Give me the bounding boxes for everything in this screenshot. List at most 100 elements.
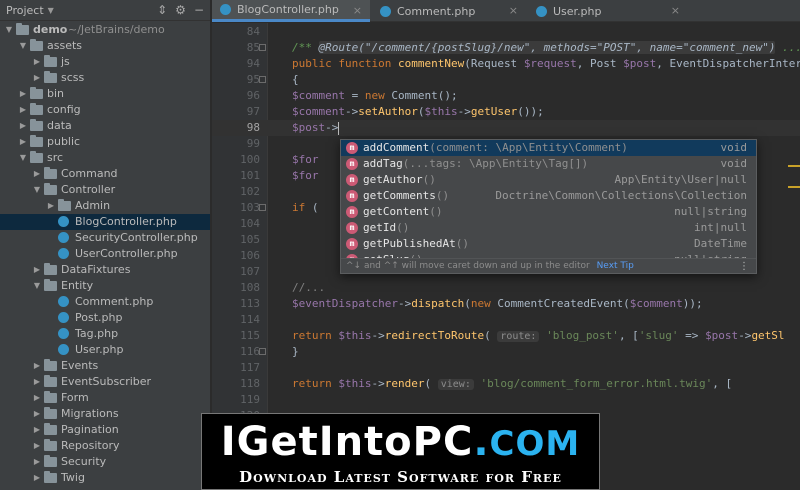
editor-tab[interactable]: BlogController.php ×	[212, 0, 370, 22]
collapsed-arrow-icon[interactable]: ▶	[32, 358, 42, 374]
tree-item[interactable]: ▶ public	[0, 134, 210, 150]
tree-item[interactable]: Tag.php	[0, 326, 210, 342]
collapsed-arrow-icon[interactable]: ▶	[32, 406, 42, 422]
tree-item[interactable]: ▶ Command	[0, 166, 210, 182]
completion-item[interactable]: m getComments() Doctrine\Common\Collection…	[341, 188, 756, 204]
code-line[interactable]: 108 //...	[212, 280, 800, 296]
code-line[interactable]: 117	[212, 360, 800, 376]
completion-item[interactable]: m addTag(...tags: \App\Entity\Tag[]) void	[341, 156, 756, 172]
collapsed-arrow-icon[interactable]: ▶	[32, 374, 42, 390]
tree-item[interactable]: ▶ config	[0, 102, 210, 118]
collapsed-arrow-icon[interactable]: ▶	[46, 198, 56, 214]
code-line[interactable]: 95 {	[212, 72, 800, 88]
collapsed-arrow-icon[interactable]: ▶	[32, 438, 42, 454]
code-line[interactable]: 114	[212, 312, 800, 328]
code-line[interactable]: 85 /** @Route("/comment/{postSlug}/new", …	[212, 40, 800, 56]
close-tab-icon[interactable]: ×	[353, 4, 362, 17]
expanded-arrow-icon[interactable]: ▼	[18, 150, 28, 166]
code-line[interactable]: 84	[212, 24, 800, 40]
tree-item[interactable]: User.php	[0, 342, 210, 358]
folder-icon	[44, 71, 57, 83]
watermark-logo: IGetIntoPC.COM	[202, 420, 599, 466]
tree-item[interactable]: ▶ DataFixtures	[0, 262, 210, 278]
tree-item[interactable]: ▶ js	[0, 54, 210, 70]
hide-icon[interactable]: −	[194, 3, 204, 17]
code-line[interactable]: 113 $eventDispatcher->dispatch(new Comme…	[212, 296, 800, 312]
tree-item[interactable]: ▶ data	[0, 118, 210, 134]
expanded-arrow-icon[interactable]: ▼	[32, 278, 42, 294]
completion-item[interactable]: m getContent() null|string	[341, 204, 756, 220]
code-line[interactable]: 98 $post->	[212, 120, 800, 136]
method-icon: m	[346, 190, 358, 202]
completion-item[interactable]: m addComment(comment: \App\Entity\Comment…	[341, 140, 756, 156]
tree-item[interactable]: ▶ Migrations	[0, 406, 210, 422]
next-tip-link[interactable]: Next Tip	[597, 261, 634, 271]
code-completion-popup: m addComment(comment: \App\Entity\Comment…	[340, 139, 757, 274]
tree-item[interactable]: ▼ Entity	[0, 278, 210, 294]
editor-tab-label: Comment.php	[397, 4, 476, 18]
code-line[interactable]: 97 $comment->setAuthor($this->getUser())…	[212, 104, 800, 120]
collapsed-arrow-icon[interactable]: ▶	[18, 118, 28, 134]
tree-item[interactable]: BlogController.php	[0, 214, 210, 230]
tree-item[interactable]: ▶ Events	[0, 358, 210, 374]
tree-item[interactable]: ▶ Pagination	[0, 422, 210, 438]
collapsed-arrow-icon[interactable]: ▶	[18, 86, 28, 102]
collapsed-arrow-icon[interactable]: ▶	[18, 134, 28, 150]
tree-item[interactable]: ▶ Security	[0, 454, 210, 470]
code-line[interactable]: 96 $comment = new Comment();	[212, 88, 800, 104]
code-line[interactable]: 116 }	[212, 344, 800, 360]
fold-toggle-icon[interactable]	[259, 76, 266, 83]
completion-item[interactable]: m getAuthor() App\Entity\User|null	[341, 172, 756, 188]
code-line[interactable]: 119	[212, 392, 800, 408]
expanded-arrow-icon[interactable]: ▼	[18, 38, 28, 54]
error-stripe-marker[interactable]	[788, 165, 800, 167]
collapsed-arrow-icon[interactable]: ▶	[32, 166, 42, 182]
tree-item[interactable]: Post.php	[0, 310, 210, 326]
fold-toggle-icon[interactable]	[259, 348, 266, 355]
tree-item[interactable]: ▶ bin	[0, 86, 210, 102]
editor-tab[interactable]: User.php ×	[528, 0, 688, 22]
tree-item[interactable]: ▼ assets	[0, 38, 210, 54]
collapsed-arrow-icon[interactable]: ▶	[32, 390, 42, 406]
tree-item[interactable]: SecurityController.php	[0, 230, 210, 246]
fold-toggle-icon[interactable]	[259, 204, 266, 211]
collapsed-arrow-icon[interactable]: ▶	[32, 422, 42, 438]
tree-item[interactable]: ▶ scss	[0, 70, 210, 86]
close-tab-icon[interactable]: ×	[671, 4, 680, 17]
collapsed-arrow-icon[interactable]: ▶	[32, 470, 42, 486]
tree-item[interactable]: ▶ Repository	[0, 438, 210, 454]
code-line[interactable]: 94 public function commentNew(Request $re…	[212, 56, 800, 72]
tree-item[interactable]: ▶ Twig	[0, 470, 210, 486]
collapsed-arrow-icon[interactable]: ▶	[32, 54, 42, 70]
error-stripe-marker[interactable]	[788, 186, 800, 188]
expanded-arrow-icon[interactable]: ▼	[4, 22, 14, 38]
tree-item[interactable]: Comment.php	[0, 294, 210, 310]
tree-item-label: Security	[61, 455, 107, 468]
more-options-icon[interactable]: ⋮	[739, 259, 749, 273]
collapsed-arrow-icon[interactable]: ▶	[18, 102, 28, 118]
tree-item-label: config	[47, 103, 81, 116]
completion-item-signature: getComments()	[363, 188, 449, 204]
fold-toggle-icon[interactable]	[259, 44, 266, 51]
code-line[interactable]: 115 return $this->redirectToRoute( route…	[212, 328, 800, 344]
collapsed-arrow-icon[interactable]: ▶	[32, 70, 42, 86]
expanded-arrow-icon[interactable]: ▼	[32, 182, 42, 198]
tree-item[interactable]: ▶ EventSubscriber	[0, 374, 210, 390]
chevron-down-icon[interactable]: ▼	[48, 6, 54, 15]
tree-item[interactable]: ▶ Form	[0, 390, 210, 406]
project-view-title[interactable]: Project	[6, 4, 44, 17]
close-tab-icon[interactable]: ×	[509, 4, 518, 17]
collapse-all-icon[interactable]: ⇕	[157, 3, 167, 17]
tree-item[interactable]: UserController.php	[0, 246, 210, 262]
collapsed-arrow-icon[interactable]: ▶	[32, 262, 42, 278]
gear-icon[interactable]: ⚙	[175, 3, 186, 17]
completion-item[interactable]: m getId() int|null	[341, 220, 756, 236]
completion-item[interactable]: m getPublishedAt() DateTime	[341, 236, 756, 252]
code-line[interactable]: 118 return $this->render( view: 'blog/co…	[212, 376, 800, 392]
tree-item[interactable]: ▼ src	[0, 150, 210, 166]
tree-item[interactable]: ▼ demo ~/JetBrains/demo	[0, 22, 210, 38]
tree-item[interactable]: ▼ Controller	[0, 182, 210, 198]
tree-item[interactable]: ▶ Admin	[0, 198, 210, 214]
editor-tab[interactable]: Comment.php ×	[372, 0, 526, 22]
collapsed-arrow-icon[interactable]: ▶	[32, 454, 42, 470]
